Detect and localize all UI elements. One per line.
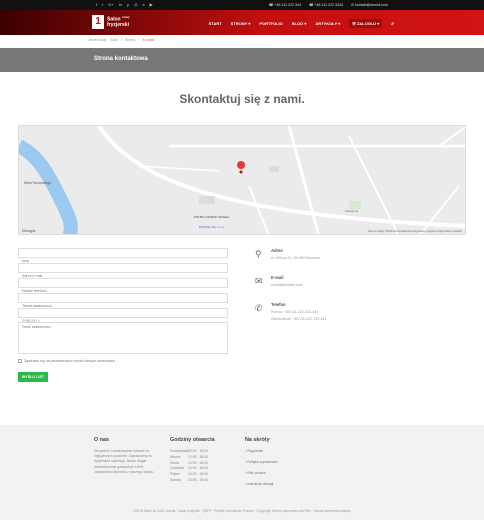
footer-link-manual[interactable]: › Instrukcje obsługi <box>245 482 278 486</box>
footer-about: O nas Strzyżenie i modelowanie włosów na… <box>94 437 156 475</box>
footer-link-regulamin[interactable]: › Regulamin <box>245 449 278 453</box>
breadcrumb-start[interactable]: Start <box>110 38 118 42</box>
page-title: Strona kontaktowa <box>94 56 148 62</box>
footer-link-cookies[interactable]: › Pliki cookies <box>245 471 278 475</box>
email-value[interactable]: email@domain.com <box>271 283 303 287</box>
subject-field[interactable] <box>18 293 228 310</box>
hours-day: Poniedziałek <box>170 449 190 453</box>
address-label: Adres <box>271 248 283 253</box>
top-bar: f t G+ in p ◎ s ▶ ☎ +48 111 222 344 ☎ +4… <box>0 0 484 10</box>
consent-row: Zgadzam się na przetwarzanie moich danyc… <box>18 359 118 363</box>
contact-heading: Skontaktuj się z nami. <box>179 92 305 106</box>
footer-link-privacy[interactable]: › Polityka prywatności <box>245 460 278 464</box>
phone-value-orders: Zamówienia: +48 111-222-333-444 <box>271 317 327 321</box>
hours-time: 10:00 - 15:00 <box>188 477 208 482</box>
skype-icon[interactable]: s <box>143 2 145 8</box>
phone-label: Telefon <box>271 302 286 307</box>
hours-time: 10:00 - 18:00 <box>188 460 208 465</box>
envelope-icon: ✉ <box>255 276 263 286</box>
hours-day: Czwartek <box>170 466 185 471</box>
linkedin-icon[interactable]: in <box>119 2 122 8</box>
hours-time: 10:00 - 18:00 <box>188 466 208 471</box>
hours-time: 10:00 - 18:00 <box>188 454 208 459</box>
breadcrumb: Jesteś tutaj: Start / Strony / Kontakt <box>88 38 154 42</box>
footer-about-text: Strzyżenie i modelowanie włosów na najwy… <box>94 449 155 474</box>
facebook-icon[interactable]: f <box>96 2 97 8</box>
top-contact: ☎ +48 111 222 344 ☎ +48 111 222 3344 ✉ k… <box>269 2 388 8</box>
copyright: ©2018 Salon do CMS Joomla · Salon fryzje… <box>133 509 351 513</box>
nav-start[interactable]: START <box>209 21 222 26</box>
breadcrumb-sep: / <box>138 38 140 42</box>
message-field[interactable] <box>18 322 228 354</box>
site-footer: O nas Strzyżenie i modelowanie włosów na… <box>0 425 484 520</box>
map-marker-icon: ⚲ <box>255 249 262 259</box>
google-plus-icon[interactable]: G+ <box>108 2 113 8</box>
phone2-text[interactable]: ☎ +48 111 222 3344 <box>309 2 343 8</box>
hours-day: Piątek <box>170 472 180 477</box>
map-place-label: MATPOL Sp. z o.o. <box>199 225 225 229</box>
map-place-label: Kawiarnia <box>345 209 359 213</box>
phone-icon: ✆ <box>255 303 263 313</box>
nav-strony[interactable]: STRONY ▾ <box>231 21 251 26</box>
twitter-icon[interactable]: t <box>102 2 103 8</box>
hours-time: 10:00 - 18:00 <box>188 472 208 477</box>
hours-day: Wtorek <box>170 454 181 459</box>
send-button[interactable]: WYŚLIJ LIST <box>18 372 48 382</box>
address-value: ul. Wilcza 21, 35-089 Rzeszów <box>271 256 321 260</box>
hours-table: Poniedziałek 10:00 - 18:00 Wtorek 10:00 - … <box>170 449 215 483</box>
hours-day: Sobota <box>170 477 181 482</box>
email-label: E-mail <box>271 275 284 280</box>
logo-text: Salon nowy fryzjerski <box>107 15 130 29</box>
hours-day: Środa <box>170 460 180 465</box>
phone-field[interactable] <box>18 278 228 295</box>
map-place-label: Most Toruńskiego <box>24 181 51 185</box>
message-input[interactable] <box>19 323 227 353</box>
nav-blog[interactable]: BLOG ▾ <box>292 21 307 26</box>
breadcrumb-current: Kontakt <box>142 38 155 42</box>
footer-hours-title: Godziny otwarcia <box>170 437 215 443</box>
footer-links: Na skróty › Regulamin › Polityka prywatn… <box>245 437 278 493</box>
social-links: f t G+ in p ◎ s ▶ <box>96 2 153 8</box>
main-nav: START STRONY ▾ PORTFOLIO BLOG ▾ ARTYKUŁY… <box>209 19 394 28</box>
footer-hours: Godziny otwarcia Poniedziałek 10:00 - 18:… <box>170 437 215 483</box>
name-field[interactable] <box>18 248 228 265</box>
phone-value-support: Pomoc: +48 111-222-333-444 <box>271 310 319 314</box>
nav-portfolio[interactable]: PORTFOLIO <box>259 21 282 26</box>
nav-artykuly[interactable]: ARTYKUŁY ▾ <box>315 21 340 26</box>
site-header: 1 Salon nowy fryzjerski START STRONY ▾ P… <box>0 10 484 35</box>
login-button[interactable]: ☰ ZALOGUJ ▾ <box>349 19 383 28</box>
site-logo[interactable]: 1 Salon nowy fryzjerski <box>92 15 130 29</box>
footer-links-title: Na skróty <box>245 437 270 443</box>
footer-about-title: O nas <box>94 437 109 443</box>
google-logo: Google <box>22 228 36 233</box>
consent-checkbox[interactable] <box>18 359 22 363</box>
dribbble-icon[interactable]: ◎ <box>134 2 138 8</box>
consent-label: Zgadzam się na przetwarzanie moich danyc… <box>24 359 119 363</box>
phone1-text[interactable]: ☎ +48 111 222 344 <box>269 2 301 8</box>
email-field[interactable] <box>18 263 228 280</box>
google-map[interactable]: Most Toruńskiego PW BIG NIOROK MASELI MA… <box>18 125 466 235</box>
map-attribution[interactable]: Dane do Mapy ©2018 Google Warunki korzys… <box>368 230 462 233</box>
email-link[interactable]: ✉ kontakt@strona.com <box>351 2 388 8</box>
map-place-label: PW BIG NIOROK MASELI <box>194 215 230 219</box>
hours-time: 10:00 - 18:00 <box>188 449 208 453</box>
page-title-band: Strona kontaktowa <box>0 48 484 72</box>
captcha-field[interactable] <box>18 308 228 325</box>
pinterest-icon[interactable]: p <box>127 2 129 8</box>
logo-mark: 1 <box>92 15 104 29</box>
breadcrumb-sep: / <box>120 38 122 42</box>
youtube-icon[interactable]: ▶ <box>150 2 153 8</box>
map-canvas: Most Toruńskiego PW BIG NIOROK MASELI MA… <box>19 126 465 234</box>
search-icon[interactable]: ⌕ <box>391 21 394 27</box>
breadcrumb-strony[interactable]: Strony <box>125 38 135 42</box>
breadcrumb-prefix: Jesteś tutaj: <box>88 38 108 42</box>
